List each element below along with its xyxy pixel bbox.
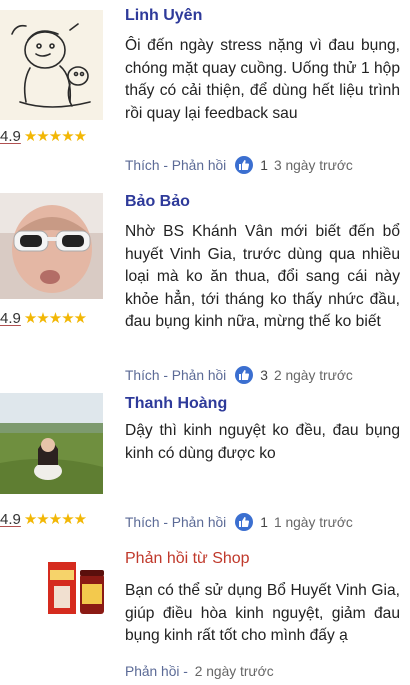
shop-product-image: [40, 558, 108, 618]
rating: 4.9 ★★★★★: [0, 309, 87, 328]
like-count: 1: [260, 514, 268, 530]
star-rating-icon: ★★★★★: [23, 511, 87, 528]
like-count: 1: [260, 157, 268, 173]
shop-reply-title: Phản hồi từ Shop: [125, 550, 250, 567]
separator: -: [179, 664, 192, 679]
review-actions: Thích - Phản hồi 1 1 ngày trước: [125, 513, 353, 531]
separator: -: [159, 514, 172, 530]
reviewer-name[interactable]: Linh Uyên: [125, 7, 202, 25]
baby-avatar-image: [0, 193, 103, 299]
thumbs-up-icon[interactable]: [235, 366, 254, 384]
review-text: Dậy thì kinh nguyệt ko đều, đau bụng kin…: [125, 422, 400, 462]
review-actions: Thích - Phản hồi 1 3 ngày trước: [125, 156, 353, 174]
thumbs-up-icon[interactable]: [235, 513, 254, 531]
review-actions: Thích - Phản hồi 3 2 ngày trước: [125, 366, 353, 384]
thumbs-up-icon[interactable]: [235, 156, 254, 174]
star-rating-icon: ★★★★★: [23, 310, 87, 327]
reply-link[interactable]: Phản hồi: [172, 515, 226, 530]
timestamp: 3 ngày trước: [273, 157, 353, 173]
timestamp: 2 ngày trước: [194, 664, 274, 679]
product-box-icon: [48, 562, 104, 614]
timestamp: 1 ngày trước: [273, 514, 353, 530]
star-rating-icon: ★★★★★: [23, 128, 87, 145]
review-text: Nhờ BS Khánh Vân mới biết đến bổ huyết V…: [125, 223, 400, 330]
rating: 4.9 ★★★★★: [0, 510, 87, 529]
field-avatar-image: [0, 393, 103, 494]
avatar: [0, 393, 103, 494]
like-link[interactable]: Thích: [125, 158, 160, 173]
rating-value: 4.9: [0, 309, 21, 327]
shop-reply-text: Bạn có thể sử dụng Bổ Huyết Vinh Gia, gi…: [125, 582, 400, 644]
review-text: Ôi đến ngày stress nặng vì đau bụng, chó…: [125, 37, 400, 122]
rating: 4.9 ★★★★★: [0, 127, 87, 146]
reply-link[interactable]: Phản hồi: [125, 664, 179, 679]
like-count: 3: [260, 367, 268, 383]
reviewer-name[interactable]: Bảo Bảo: [125, 193, 190, 211]
reviewer-name[interactable]: Thanh Hoàng: [125, 395, 227, 413]
reply-link[interactable]: Phản hồi: [172, 158, 226, 173]
sketch-avatar-image: [0, 10, 103, 120]
shop-reply-actions: Phản hồi - 2 ngày trước: [125, 664, 274, 679]
avatar: [0, 193, 103, 299]
separator: -: [159, 367, 172, 383]
like-link[interactable]: Thích: [125, 368, 160, 383]
like-link[interactable]: Thích: [125, 515, 160, 530]
separator: -: [159, 157, 172, 173]
avatar: [0, 10, 103, 120]
rating-value: 4.9: [0, 127, 21, 145]
timestamp: 2 ngày trước: [273, 367, 353, 383]
rating-value: 4.9: [0, 510, 21, 528]
reply-link[interactable]: Phản hồi: [172, 368, 226, 383]
